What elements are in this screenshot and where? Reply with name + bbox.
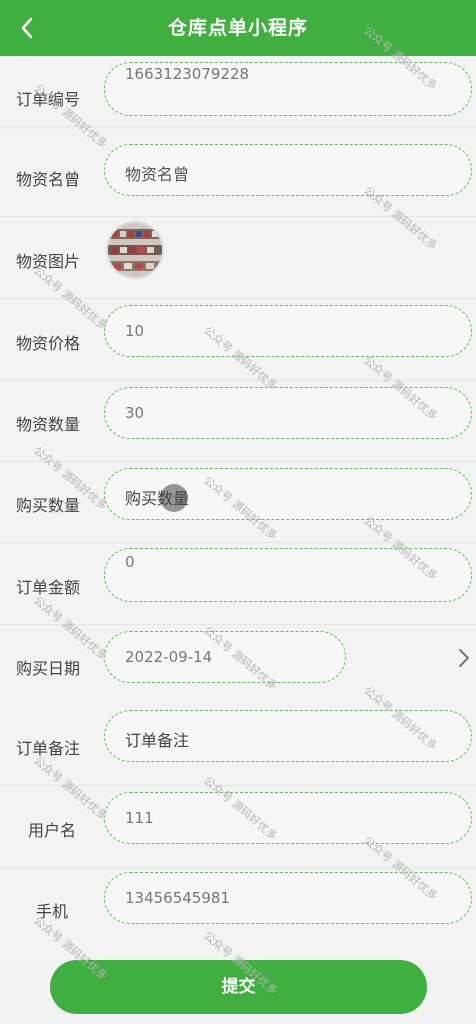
- app-header: 仓库点单小程序: [0, 0, 476, 56]
- form-row-buy-qty: 购买数量 购买数量: [0, 462, 476, 543]
- form-row-order-amount: 订单金额 0: [0, 544, 476, 625]
- form-row-item-name: 物资名曾 物资名曾: [0, 136, 476, 217]
- order-amount-label: 订单金额: [16, 578, 81, 597]
- order-amount-input[interactable]: 0: [104, 548, 472, 602]
- form-row-item-image: 物资图片: [0, 218, 476, 299]
- shelf-photo-icon: [108, 223, 162, 277]
- form-row-item-qty: 物资数量 30: [0, 381, 476, 462]
- touch-indicator: [160, 484, 188, 512]
- order-no-label: 订单编号: [16, 90, 81, 109]
- order-no-input[interactable]: 1663123079228: [104, 62, 472, 116]
- form-row-item-price: 物资价格 10: [0, 300, 476, 381]
- form-row-username: 用户名 111: [0, 787, 476, 868]
- order-note-label: 订单备注: [16, 739, 81, 758]
- username-value: 111: [125, 809, 154, 827]
- username-input[interactable]: 111: [104, 792, 472, 844]
- form-row-buy-date: 购买日期 2022-09-14: [0, 625, 476, 706]
- item-price-input[interactable]: 10: [104, 305, 472, 357]
- item-image-label: 物资图片: [16, 252, 81, 271]
- order-note-input[interactable]: 订单备注: [104, 710, 472, 762]
- form-row-order-note: 订单备注 订单备注: [0, 705, 476, 786]
- item-qty-input[interactable]: 30: [104, 387, 472, 439]
- item-qty-label: 物资数量: [16, 415, 81, 434]
- item-name-value: 物资名曾: [125, 165, 190, 184]
- order-amount-value: 0: [125, 553, 135, 571]
- username-label: 用户名: [28, 821, 77, 840]
- submit-button[interactable]: 提交: [50, 960, 427, 1014]
- form-row-phone: 手机 13456545981: [0, 868, 476, 958]
- item-name-label: 物资名曾: [16, 170, 81, 189]
- item-qty-value: 30: [125, 404, 145, 422]
- buy-date-picker[interactable]: 2022-09-14: [104, 631, 346, 683]
- buy-date-value: 2022-09-14: [125, 648, 213, 666]
- buy-qty-input[interactable]: 购买数量: [104, 468, 472, 520]
- item-image-thumbnail[interactable]: [106, 221, 164, 279]
- phone-value: 13456545981: [125, 889, 230, 907]
- phone-input[interactable]: 13456545981: [104, 872, 472, 924]
- buy-date-label: 购买日期: [16, 659, 81, 678]
- form-row-order-no: 订单编号 1663123079228: [0, 56, 476, 127]
- order-note-value: 订单备注: [125, 731, 190, 750]
- item-price-value: 10: [125, 322, 145, 340]
- chevron-right-icon[interactable]: [456, 646, 472, 670]
- order-no-value: 1663123079228: [125, 65, 250, 83]
- item-price-label: 物资价格: [16, 334, 81, 353]
- item-name-input[interactable]: 物资名曾: [104, 144, 472, 196]
- buy-qty-label: 购买数量: [16, 496, 81, 515]
- page-title: 仓库点单小程序: [167, 17, 308, 39]
